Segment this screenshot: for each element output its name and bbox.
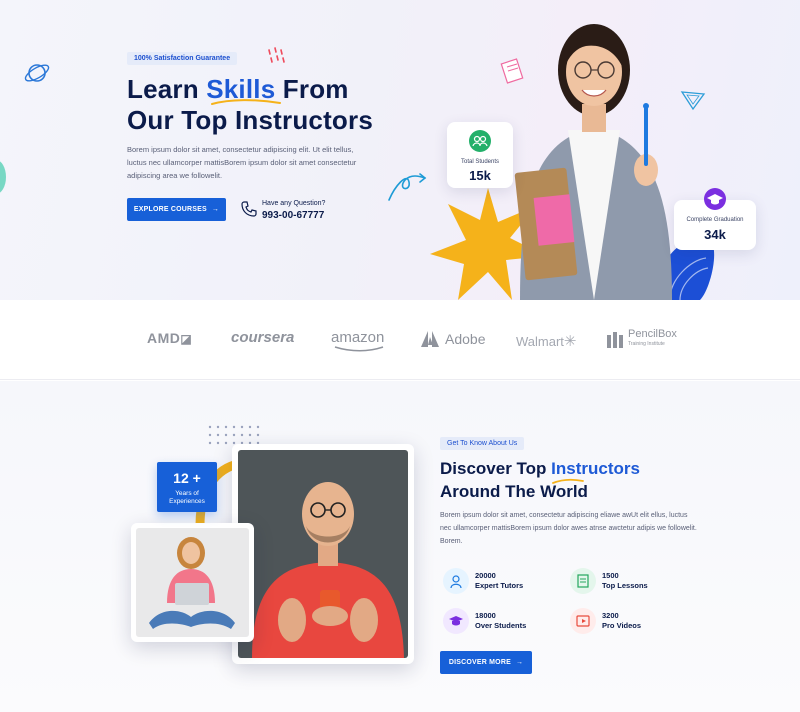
experience-badge: 12 + Years of Experiences [157, 462, 217, 512]
hero-title: Learn Skills From Our Top Instructors [127, 74, 373, 136]
feature-pro-videos-number: 3200 [602, 611, 619, 620]
logo-walmart: Walmart✳ [516, 332, 576, 350]
graduation-cap-icon [704, 188, 726, 210]
student-photo-small [131, 523, 254, 642]
feature-pro-videos: 3200 Pro Videos [570, 608, 641, 634]
pencilbox-mark-icon [607, 332, 623, 348]
experience-label: Years of Experiences [157, 490, 217, 506]
planet-icon [24, 64, 50, 82]
discover-more-button[interactable]: DISCOVER MORE → [440, 651, 532, 674]
partner-logos-strip [0, 300, 800, 380]
walmart-spark-icon: ✳ [563, 333, 577, 350]
logo-walmart-text: Walmart [516, 334, 564, 349]
feature-expert-tutors-number: 20000 [475, 571, 496, 580]
hero-section: 100% Satisfaction Guarantee Learn Skills… [0, 0, 800, 300]
logo-pencilbox: PencilBox Training Institute [606, 329, 677, 349]
feature-top-lessons: 1500 Top Lessons [570, 568, 648, 594]
logo-coursera: coursera [231, 329, 294, 346]
complete-graduation-card: Complete Graduation 34k [674, 188, 756, 250]
logo-amazon: amazon [331, 329, 385, 352]
logo-amd-text: AMD [147, 330, 181, 346]
feature-expert-tutors-label: Expert Tutors [475, 581, 524, 590]
logo-pencilbox-text: PencilBox [628, 328, 677, 340]
about-description: Borem ipsum dolor sit amet, consectetur … [440, 512, 697, 545]
experience-label-line1: Years of [175, 490, 199, 497]
hero-title-text-1: Learn [127, 74, 207, 104]
total-students-card: Total Students 15k [447, 122, 513, 188]
feature-top-lessons-number: 1500 [602, 571, 619, 580]
left-teal-blob [0, 160, 6, 194]
feature-expert-tutors: 20000 Expert Tutors [443, 568, 523, 594]
explore-courses-button[interactable]: EXPLORE COURSES → [127, 198, 226, 221]
about-tag: Get To Know About Us [440, 437, 525, 450]
feature-top-lessons-label: Top Lessons [602, 581, 648, 590]
experience-number: 12 + [173, 470, 201, 486]
complete-graduation-label: Complete Graduation [686, 217, 744, 223]
logo-amd: AMD◪ [147, 330, 193, 346]
red-dashes-decor [268, 47, 285, 63]
logo-adobe: Adobe [421, 331, 485, 347]
about-title-text-1: Discover Top [440, 459, 552, 478]
question-label: Have any Question? [262, 200, 326, 207]
curly-arrow-icon [388, 173, 427, 201]
logo-amazon-text: amazon [331, 329, 385, 346]
about-title-line2: Around The World [440, 482, 588, 501]
satisfaction-badge: 100% Satisfaction Guarantee [127, 52, 238, 65]
phone-icon [241, 201, 257, 217]
phone-number-link[interactable]: 993-00-67777 [262, 210, 324, 221]
arrow-right-icon: → [211, 206, 220, 213]
about-title-highlight: Instructors [551, 459, 640, 478]
video-icon [570, 608, 596, 634]
arrow-right-icon: → [515, 659, 524, 666]
discover-more-label: DISCOVER MORE [448, 659, 511, 666]
hero-title-line2: Our Top Instructors [127, 105, 373, 135]
users-icon [469, 130, 491, 152]
tutor-icon [443, 568, 469, 594]
instructor-photo-large [232, 444, 414, 664]
feature-over-students: 18000 Over Students [443, 608, 526, 634]
experience-label-line2: Experiences [169, 498, 205, 505]
hero-title-text-2: From [275, 74, 349, 104]
total-students-label: Total Students [460, 159, 500, 165]
feature-over-students-number: 18000 [475, 611, 496, 620]
hero-title-highlight: Skills [206, 74, 276, 104]
lessons-icon [570, 568, 596, 594]
feature-over-students-label: Over Students [475, 621, 527, 630]
adobe-mark-icon [421, 331, 439, 347]
students-icon [443, 608, 469, 634]
hero-instructor-image [514, 24, 672, 300]
hero-description: Borem ipsum dolor sit amet, consectetur … [127, 145, 357, 180]
complete-graduation-value: 34k [704, 227, 726, 242]
logo-adobe-text: Adobe [445, 331, 486, 347]
feature-pro-videos-label: Pro Videos [602, 621, 642, 630]
logo-coursera-text: coursera [231, 329, 295, 346]
explore-courses-label: EXPLORE COURSES [133, 206, 207, 213]
logo-pencilbox-sub: Training Institute [628, 341, 665, 347]
total-students-value: 15k [469, 168, 491, 183]
about-title: Discover Top Instructors Around The Worl… [440, 457, 640, 503]
